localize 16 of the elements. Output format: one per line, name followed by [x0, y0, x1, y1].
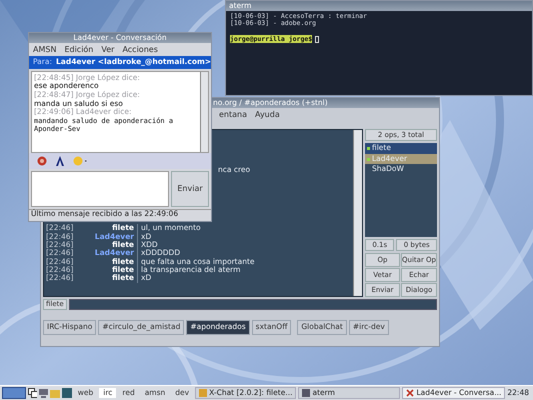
computer-icon[interactable] — [39, 388, 48, 398]
cursor — [315, 36, 320, 43]
menu-item[interactable]: Ver — [101, 45, 114, 54]
menu-item[interactable]: Edición — [64, 45, 94, 54]
menu-item[interactable]: AMSN — [33, 45, 56, 54]
message-input[interactable] — [31, 170, 169, 207]
scrollbar[interactable] — [353, 130, 362, 296]
menu-item[interactable]: entana — [219, 110, 248, 120]
input-field[interactable] — [68, 299, 437, 310]
scrollbar[interactable] — [200, 72, 208, 152]
windows-icon[interactable] — [28, 388, 38, 398]
menu-item[interactable]: Acciones — [122, 45, 158, 54]
cross-icon — [406, 389, 414, 397]
menu-item[interactable]: Ayuda — [255, 110, 280, 120]
send-button[interactable]: Enviar — [171, 170, 209, 207]
font-icon[interactable] — [55, 156, 65, 166]
